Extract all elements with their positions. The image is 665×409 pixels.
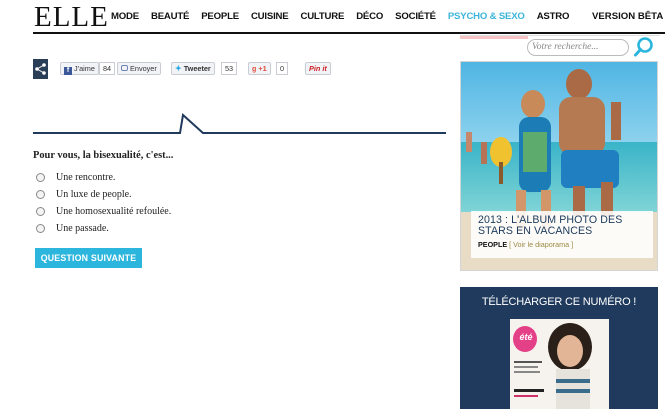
poll-option[interactable]: Une rencontre. — [36, 172, 115, 183]
google-plus-icon: g — [252, 66, 257, 73]
option-label: Un luxe de people. — [56, 189, 132, 200]
main-nav: MODE BEAUTÉ PEOPLE CUISINE CULTURE DÉCO … — [111, 11, 581, 22]
search-input[interactable]: Votre recherche... — [527, 39, 629, 56]
nav-mode[interactable]: MODE — [111, 11, 139, 22]
version-beta-link[interactable]: VERSION BÊTA — [592, 11, 663, 22]
poll-option[interactable]: Une passade. — [36, 223, 109, 234]
poll-question: Pour vous, la bisexualité, c'est... — [33, 150, 174, 161]
decorative-strip — [460, 36, 528, 39]
nav-societe[interactable]: SOCIÉTÉ — [395, 11, 436, 22]
pinit-button[interactable]: Pin it — [305, 62, 331, 75]
gplus-label: +1 — [258, 64, 267, 73]
facebook-icon: f — [64, 67, 72, 75]
radio-button[interactable] — [36, 190, 45, 199]
option-label: Une passade. — [56, 223, 109, 234]
send-button[interactable]: Envoyer — [117, 62, 161, 75]
facebook-like-button[interactable]: f J'aime — [60, 62, 99, 75]
share-icon[interactable] — [33, 59, 48, 79]
tweet-label: Tweeter — [183, 64, 211, 73]
promo-category: PEOPLE — [478, 240, 508, 249]
like-count: 84 — [99, 62, 116, 75]
header-divider — [33, 32, 665, 34]
nav-psycho-sexo[interactable]: PSYCHO & SEXO — [448, 11, 525, 22]
search-icon[interactable] — [632, 36, 656, 58]
poll-option[interactable]: Un luxe de people. — [36, 189, 132, 200]
nav-deco[interactable]: DÉCO — [356, 11, 383, 22]
send-label: Envoyer — [130, 64, 157, 73]
tweet-count: 53 — [221, 62, 238, 75]
google-plus-button[interactable]: g +1 — [248, 62, 271, 75]
radio-button[interactable] — [36, 224, 45, 233]
option-label: Une homosexualité refoulée. — [56, 206, 172, 217]
poll-option[interactable]: Une homosexualité refoulée. — [36, 206, 171, 217]
download-issue-title[interactable]: TÉLÉCHARGER CE NUMÉRO ! — [460, 296, 658, 308]
nav-beaute[interactable]: BEAUTÉ — [151, 11, 189, 22]
cover-badge-text: été — [519, 332, 533, 342]
site-header: ELLE MODE BEAUTÉ PEOPLE CUISINE CULTURE … — [0, 0, 665, 34]
nav-cuisine[interactable]: CUISINE — [251, 11, 289, 22]
decorative-wave-line — [33, 113, 446, 134]
option-label: Une rencontre. — [56, 172, 116, 183]
chat-icon — [121, 65, 128, 71]
elle-logo[interactable]: ELLE — [34, 3, 109, 32]
share-bar: f J'aime 84 Envoyer ✦ Tweeter 53 g +1 0 … — [33, 59, 445, 79]
radio-button[interactable] — [36, 173, 45, 182]
promo-link[interactable]: [ Voir le diaporama ] — [509, 240, 573, 249]
twitter-icon: ✦ — [175, 64, 182, 73]
like-label: J'aime — [74, 64, 95, 73]
promo-title-line2: STARS EN VACANCES — [478, 225, 593, 237]
nav-people[interactable]: PEOPLE — [201, 11, 239, 22]
magazine-cover[interactable]: été — [510, 319, 609, 409]
magazine-download-block[interactable]: TÉLÉCHARGER CE NUMÉRO ! été — [460, 287, 658, 409]
vacation-album-promo[interactable]: 2013 : L'ALBUM PHOTO DES STARS EN VACANC… — [460, 61, 658, 271]
radio-button[interactable] — [36, 207, 45, 216]
promo-caption: 2013 : L'ALBUM PHOTO DES STARS EN VACANC… — [471, 211, 653, 258]
tweet-button[interactable]: ✦ Tweeter — [171, 62, 215, 75]
nav-astro[interactable]: ASTRO — [537, 11, 570, 22]
nav-culture[interactable]: CULTURE — [300, 11, 344, 22]
gplus-count: 0 — [276, 62, 289, 75]
next-question-button[interactable]: QUESTION SUIVANTE — [35, 248, 142, 268]
promo-meta: PEOPLE [ Voir le diaporama ] — [478, 240, 646, 249]
